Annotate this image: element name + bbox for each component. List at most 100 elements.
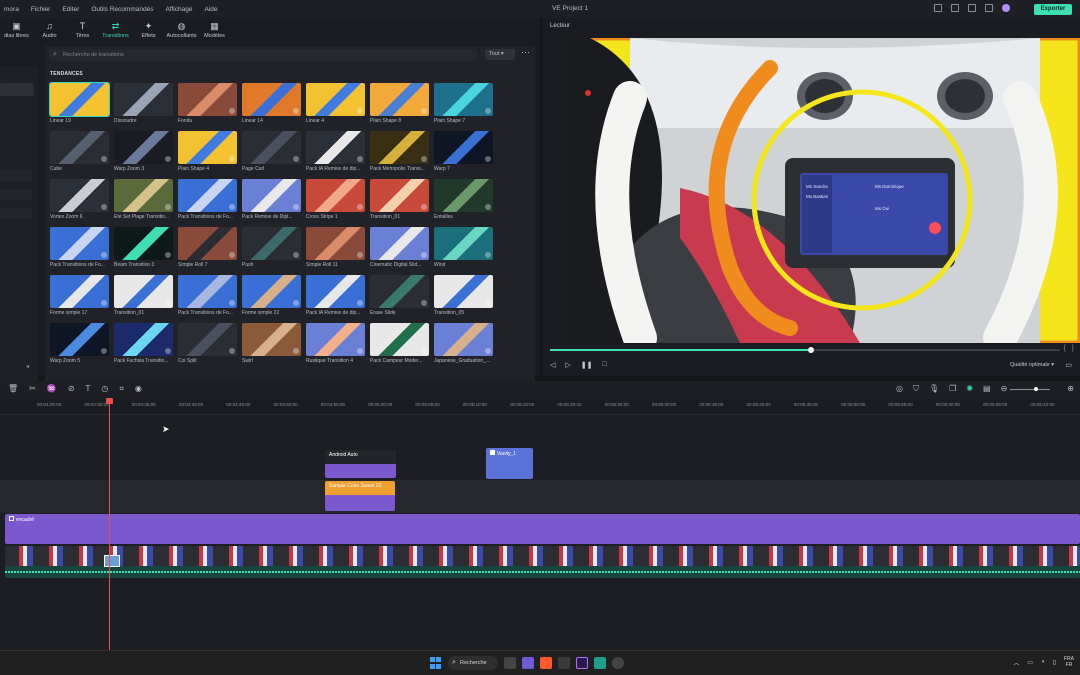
disable-icon[interactable]: ⊘ <box>68 384 75 394</box>
transition-thumbnail[interactable] <box>114 227 173 260</box>
download-icon[interactable] <box>101 300 107 306</box>
download-icon[interactable] <box>357 108 363 114</box>
transition-item[interactable]: Wind <box>434 227 493 271</box>
tab-titles[interactable]: T Titres <box>66 22 99 46</box>
transition-thumbnail[interactable] <box>434 83 493 116</box>
timeline-ruler[interactable]: 00:04:25:00 00:04:30:00 00:04:35:00 00:04:4… <box>0 399 1080 415</box>
zoom-handle[interactable] <box>1034 387 1038 391</box>
transition-thumbnail[interactable] <box>434 227 493 260</box>
transition-item[interactable]: Page Curl <box>242 131 301 175</box>
transition-item[interactable]: Warp Zoom 3 <box>114 131 173 175</box>
audio-detach-icon[interactable]: ♒ <box>47 384 57 394</box>
download-icon[interactable] <box>165 204 171 210</box>
download-icon[interactable] <box>229 108 235 114</box>
download-icon[interactable] <box>293 252 299 258</box>
transition-thumbnail[interactable] <box>114 179 173 212</box>
transition-item[interactable]: Transition_05 <box>434 275 493 319</box>
transition-thumbnail[interactable] <box>114 83 173 116</box>
download-icon[interactable] <box>101 156 107 162</box>
collapse-sidebar-icon[interactable]: ◂ <box>26 363 29 370</box>
tab-effects[interactable]: ✦ Effets <box>132 22 165 46</box>
chat-icon[interactable] <box>522 657 534 669</box>
transition-item[interactable]: Pack Transitions de Fo... <box>50 227 109 271</box>
transition-item[interactable]: Pack Fuchsia Transitio... <box>114 323 173 367</box>
transition-thumbnail[interactable] <box>370 275 429 308</box>
language-indicator[interactable]: FRA FR <box>1064 656 1074 668</box>
transition-thumbnail[interactable] <box>306 275 365 308</box>
zoom-slider[interactable] <box>1010 387 1050 391</box>
playhead-handle[interactable] <box>106 398 113 404</box>
more-options-icon[interactable]: ⋯ <box>521 47 530 58</box>
tab-audio[interactable]: ♫ Audio <box>33 22 66 46</box>
transition-item[interactable]: Push <box>242 227 301 271</box>
transition-thumbnail[interactable] <box>178 83 237 116</box>
previous-frame-icon[interactable]: ◁ <box>550 361 555 369</box>
transition-thumbnail[interactable] <box>50 131 109 164</box>
stop-icon[interactable]: □ <box>603 361 607 369</box>
transition-item[interactable]: Cinematic Digital Slid... <box>370 227 429 271</box>
transition-item[interactable]: Transition_01 <box>114 275 173 319</box>
download-icon[interactable] <box>357 156 363 162</box>
transition-item[interactable]: Rustique Transition 4 <box>306 323 365 367</box>
tab-templates[interactable]: ▦ Modèles <box>198 22 231 46</box>
transition-item[interactable]: Fondu <box>178 83 237 127</box>
shield-icon[interactable]: ⛉ <box>913 384 919 394</box>
download-icon[interactable] <box>293 108 299 114</box>
cloud-icon[interactable] <box>968 4 976 12</box>
transition-item[interactable]: Entailles <box>434 179 493 223</box>
transition-item[interactable]: Pack Campeur Moder... <box>370 323 429 367</box>
transition-thumbnail[interactable] <box>114 131 173 164</box>
transition-item[interactable]: Warp 7 <box>434 131 493 175</box>
text-tool-icon[interactable]: T <box>86 384 91 394</box>
playhead[interactable] <box>106 398 113 650</box>
download-icon[interactable] <box>421 252 427 258</box>
audio-waveform[interactable] <box>5 566 1080 578</box>
pause-icon[interactable]: ❚❚ <box>581 361 593 369</box>
brave-icon[interactable] <box>540 657 552 669</box>
menu-item-editer[interactable]: Editer <box>62 6 79 13</box>
download-icon[interactable] <box>101 252 107 258</box>
battery-icon[interactable]: ▯ <box>1053 659 1056 666</box>
title-clip[interactable]: Vanity_1 <box>486 448 533 479</box>
transition-item[interactable]: Plain Shape 4 <box>178 131 237 175</box>
transition-thumbnail[interactable] <box>242 179 301 212</box>
transition-thumbnail[interactable] <box>434 179 493 212</box>
transition-item[interactable]: Pack IA Remise de dip... <box>306 275 365 319</box>
tab-media[interactable]: ▣ dias libres <box>0 22 33 46</box>
snapshot-icon[interactable]: ▭ <box>1065 361 1072 369</box>
download-icon[interactable] <box>165 252 171 258</box>
layers-icon[interactable]: ❐ <box>949 384 956 394</box>
color-icon[interactable]: ◉ <box>135 384 142 394</box>
transition-item[interactable]: Plain Shape 7 <box>434 83 493 127</box>
transition-thumbnail[interactable] <box>306 131 365 164</box>
transition-item[interactable]: Linear 4 <box>306 83 365 127</box>
video-preview[interactable]: Ms Sandra Ms Bastian Ms Dominique Ms Oui <box>570 38 1080 343</box>
transition-thumbnail[interactable] <box>434 131 493 164</box>
download-icon[interactable] <box>485 348 491 354</box>
download-icon[interactable] <box>485 204 491 210</box>
download-icon[interactable] <box>421 348 427 354</box>
download-icon[interactable] <box>421 156 427 162</box>
zoom-in-icon[interactable]: ⊕ <box>1067 384 1074 394</box>
download-icon[interactable] <box>485 300 491 306</box>
transition-thumbnail[interactable] <box>50 323 109 356</box>
transition-thumbnail[interactable] <box>370 227 429 260</box>
transition-thumbnail[interactable] <box>178 179 237 212</box>
download-icon[interactable] <box>485 252 491 258</box>
premiere-icon[interactable] <box>576 657 588 669</box>
transition-thumbnail[interactable] <box>242 275 301 308</box>
menu-item-affichage[interactable]: Affichage <box>165 6 192 13</box>
sidebar-item-selected[interactable] <box>0 83 34 96</box>
transition-thumbnail[interactable] <box>50 179 109 212</box>
cut-icon[interactable]: ✂ <box>29 384 36 394</box>
crop-icon[interactable]: ⌗ <box>119 384 124 394</box>
transition-item[interactable]: Warp Zoom 5 <box>50 323 109 367</box>
filter-dropdown[interactable]: Tout ▾ <box>485 49 515 60</box>
transition-thumbnail[interactable] <box>370 179 429 212</box>
volume-icon[interactable]: ◖ <box>1041 659 1045 665</box>
download-icon[interactable] <box>165 300 171 306</box>
transition-thumbnail[interactable] <box>370 83 429 116</box>
android-clip[interactable]: Android Auto <box>325 450 396 478</box>
avatar-icon[interactable] <box>1002 4 1010 12</box>
transition-thumbnail[interactable] <box>178 275 237 308</box>
